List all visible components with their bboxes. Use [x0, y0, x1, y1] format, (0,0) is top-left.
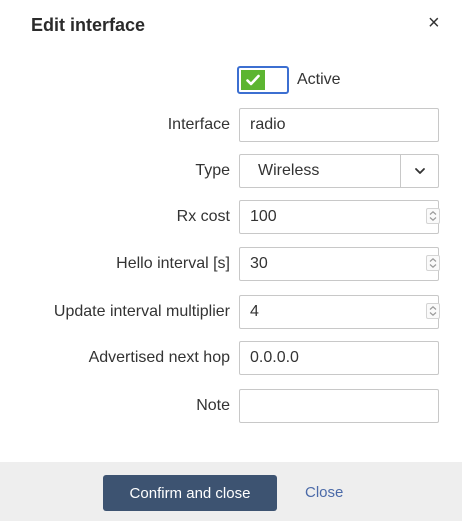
hello-interval-row: Hello interval [s]	[0, 247, 462, 281]
advertised-next-hop-input[interactable]	[239, 341, 439, 375]
type-label: Type	[195, 162, 230, 179]
rx-cost-input[interactable]	[239, 200, 439, 234]
dialog-title: Edit interface	[31, 15, 146, 35]
update-interval-multiplier-spinner-icon[interactable]	[426, 303, 440, 319]
toggle-on-segment	[241, 70, 265, 90]
hello-interval-label: Hello interval [s]	[116, 255, 230, 272]
note-row: Note	[0, 389, 462, 423]
hello-interval-spinner-icon[interactable]	[426, 255, 440, 271]
check-icon	[246, 74, 260, 86]
close-button[interactable]: Close	[305, 475, 343, 511]
interface-row: Interface	[0, 108, 462, 142]
advertised-next-hop-label: Advertised next hop	[88, 349, 230, 366]
edit-interface-dialog: Edit interface × Active Interface Type W…	[0, 0, 462, 521]
note-input[interactable]	[239, 389, 439, 423]
rx-cost-row: Rx cost	[0, 200, 462, 234]
update-interval-multiplier-input[interactable]	[239, 295, 439, 329]
active-label: Active	[297, 71, 341, 88]
hello-interval-input[interactable]	[239, 247, 439, 281]
type-row: Type Wireless	[0, 154, 462, 188]
update-interval-multiplier-label: Update interval multiplier	[53, 303, 230, 320]
confirm-and-close-button[interactable]: Confirm and close	[103, 475, 277, 511]
chevron-down-icon[interactable]	[401, 155, 438, 187]
type-select[interactable]: Wireless	[239, 154, 439, 188]
rx-cost-label: Rx cost	[176, 208, 230, 225]
type-select-value: Wireless	[258, 162, 320, 179]
interface-label: Interface	[167, 116, 230, 133]
interface-input[interactable]	[239, 108, 439, 142]
toggle-knob	[265, 70, 285, 90]
advertised-next-hop-row: Advertised next hop	[0, 341, 462, 375]
close-icon[interactable]: ×	[428, 13, 440, 33]
rx-cost-spinner-icon[interactable]	[426, 208, 440, 224]
active-toggle-row: Active	[237, 66, 341, 94]
note-label: Note	[196, 397, 230, 414]
active-toggle[interactable]	[237, 66, 289, 94]
dialog-footer: Confirm and close Close	[0, 462, 462, 521]
update-interval-multiplier-row: Update interval multiplier	[0, 295, 462, 329]
